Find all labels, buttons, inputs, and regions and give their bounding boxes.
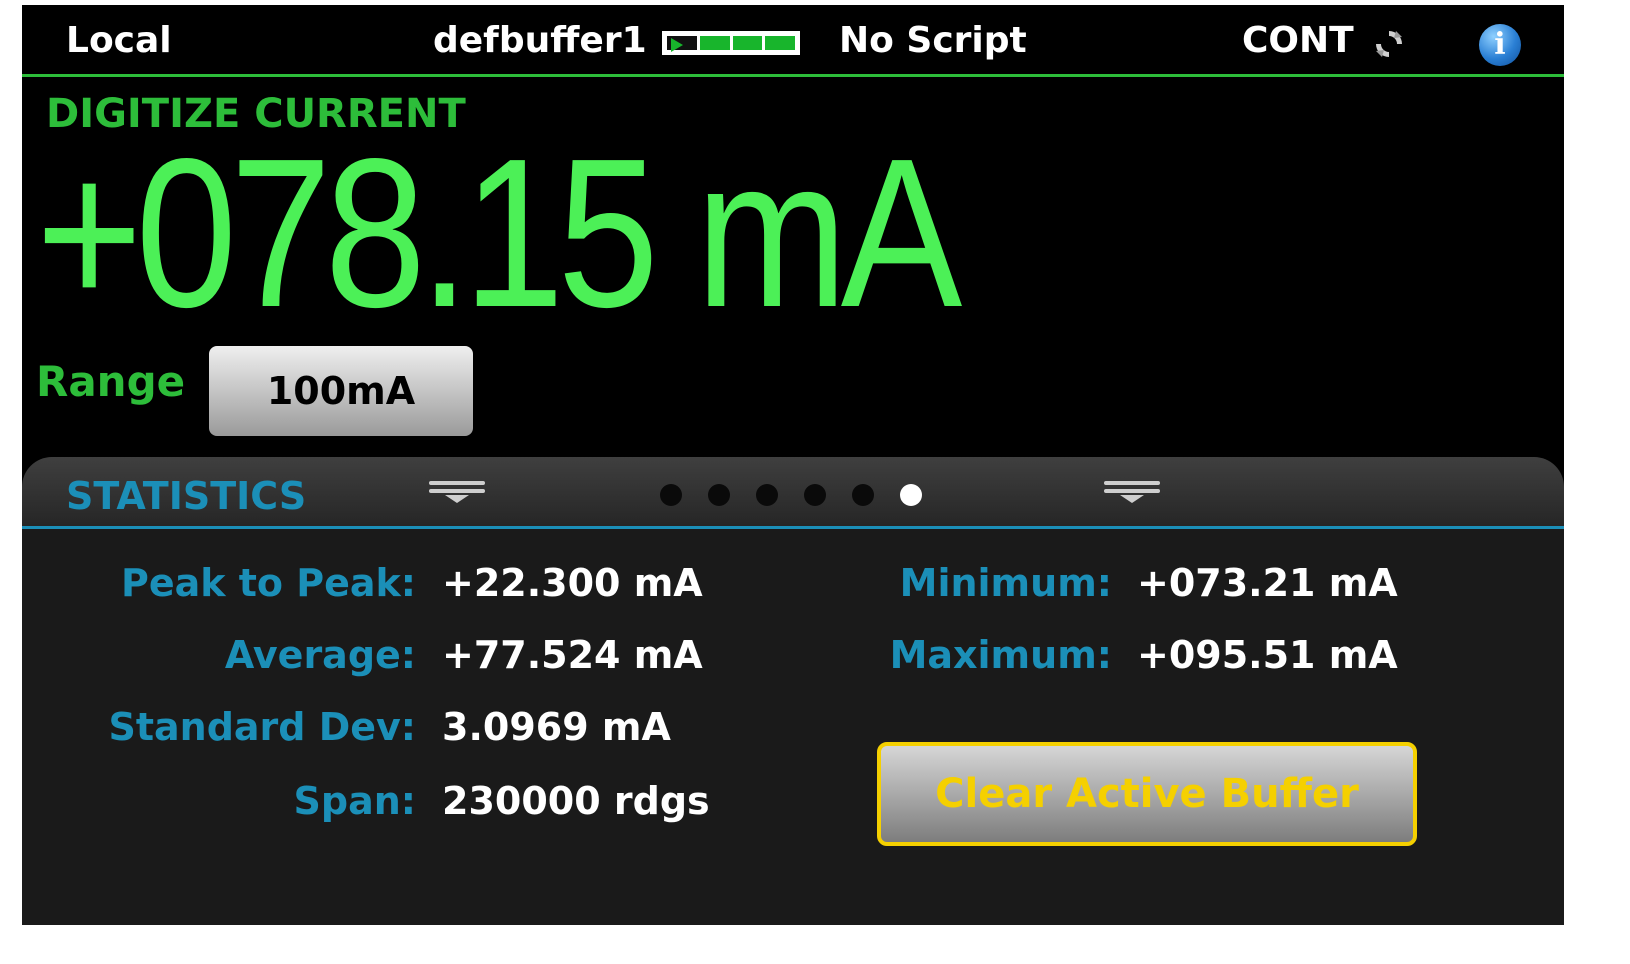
page-dot-active[interactable] <box>900 484 922 506</box>
info-icon[interactable]: i <box>1479 24 1521 66</box>
active-buffer-name[interactable]: defbuffer1 <box>433 19 647 63</box>
status-bar: Local defbuffer1 No Script CONT i <box>22 5 1564 77</box>
statistics-panel: Peak to Peak: +22.300 mA Average: +77.52… <box>22 529 1564 925</box>
remote-mode-indicator[interactable]: Local <box>66 19 172 63</box>
maximum-value: +095.51 mA <box>1137 633 1398 677</box>
page-dot[interactable] <box>660 484 682 506</box>
page-dot[interactable] <box>756 484 778 506</box>
page-dot[interactable] <box>708 484 730 506</box>
instrument-screen: Local defbuffer1 No Script CONT i DIGITI… <box>22 5 1564 925</box>
swipe-screen-header[interactable]: STATISTICS <box>22 457 1564 529</box>
peak-to-peak-label: Peak to Peak: <box>120 561 416 605</box>
span-label: Span: <box>293 779 416 823</box>
maximum-label: Maximum: <box>889 633 1112 677</box>
script-status[interactable]: No Script <box>839 19 1027 63</box>
refresh-icon[interactable] <box>1372 27 1406 61</box>
swipe-screen-title: STATISTICS <box>66 474 307 518</box>
range-label: Range <box>36 357 186 406</box>
page-dot[interactable] <box>804 484 826 506</box>
average-label: Average: <box>224 633 416 677</box>
peak-to-peak-value: +22.300 mA <box>442 561 703 605</box>
range-button[interactable]: 100mA <box>209 346 473 436</box>
main-reading: +078.15 mA <box>36 114 962 351</box>
standard-dev-value: 3.0969 mA <box>442 705 671 749</box>
standard-dev-label: Standard Dev: <box>108 705 416 749</box>
minimum-value: +073.21 mA <box>1137 561 1398 605</box>
page-dot[interactable] <box>852 484 874 506</box>
swipe-collapse-handle-icon[interactable] <box>429 481 485 503</box>
swipe-page-indicator <box>660 484 922 506</box>
span-value: 230000 rdgs <box>442 779 710 823</box>
clear-active-buffer-button[interactable]: Clear Active Buffer <box>877 742 1417 846</box>
minimum-label: Minimum: <box>899 561 1112 605</box>
swipe-collapse-handle-icon[interactable] <box>1104 481 1160 503</box>
average-value: +77.524 mA <box>442 633 703 677</box>
buffer-fill-meter-icon[interactable] <box>662 31 800 55</box>
trigger-mode[interactable]: CONT <box>1242 19 1354 63</box>
